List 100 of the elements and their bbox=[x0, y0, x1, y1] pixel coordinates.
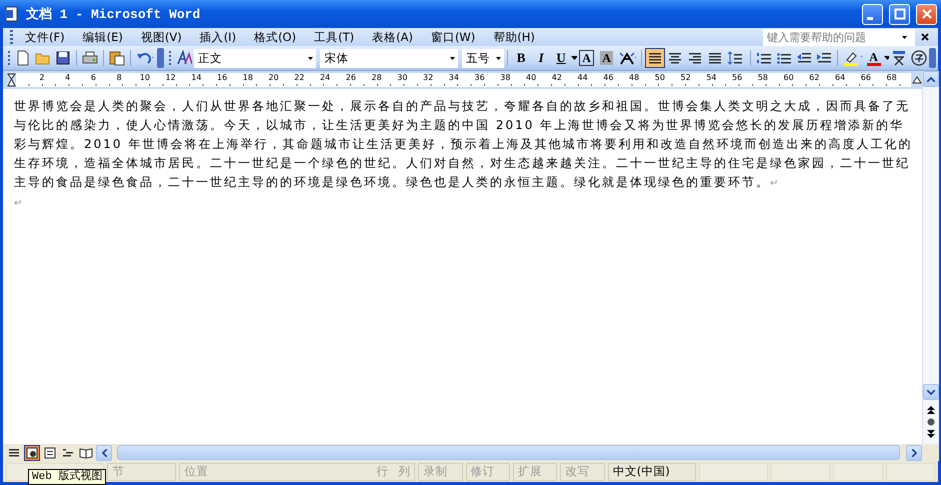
ruler-number: 64 bbox=[834, 73, 846, 82]
ruler-number: 38 bbox=[499, 73, 512, 82]
toolbar-overflow-icon[interactable] bbox=[156, 48, 164, 68]
tab-selector-icon[interactable] bbox=[7, 73, 16, 87]
ruler-number: 32 bbox=[422, 73, 434, 82]
font-dropdown[interactable]: 宋体 bbox=[320, 48, 458, 68]
paragraph: 世界博览会是人类的聚会，人们从世界各地汇聚一处，展示各自的产品与技艺，夸耀各自的故乡和祖国。世博会集人类文明之大成，因而具备了无与伦比的感染力，使人心情激荡。今天，以城市，让生活更美好为主题的中国 2010 年上海世博会又将为世界博览会悠长的发展历程增添新的华彩与辉煌。2010 年世博会将在上海举行，其命题城市让生活更美好，预示着上海及其他城市将要利用和改造自然环境而创造出来的高度人工化的生存环境，造福全体城市居民。二十一世纪是一个绿色的世纪。人们对自然，对生态越来越关注。二十一世纪主导的住宅是绿色家园，二十一世纪主导的食品是绿色食品，二十一世纪主导的的环境是绿色环境。绿色也是人类的永恒主题。绿化就是体现绿色的重要环节。↵ bbox=[14, 98, 914, 191]
document-icon bbox=[4, 6, 20, 22]
help-search-field[interactable]: 键入需要帮助的问题 bbox=[763, 28, 915, 46]
ruler-number: 56 bbox=[731, 73, 744, 82]
justify-button[interactable] bbox=[644, 48, 665, 68]
scroll-left-button[interactable] bbox=[96, 444, 112, 460]
menu-item[interactable]: 格式(O) bbox=[245, 28, 306, 46]
ruler-number: 4 bbox=[64, 73, 72, 82]
font-size-dropdown[interactable]: 五号 bbox=[462, 48, 504, 68]
print-view-button[interactable] bbox=[42, 444, 58, 460]
text-lines-icon bbox=[688, 52, 702, 64]
menu-item[interactable]: 帮助(H) bbox=[484, 28, 544, 46]
status-text: 扩展 bbox=[518, 464, 542, 479]
menu-item[interactable]: 编辑(E) bbox=[74, 28, 132, 46]
ruler-number: 66 bbox=[860, 73, 872, 82]
ruler-number: 28 bbox=[370, 73, 383, 82]
caret-icon[interactable] bbox=[308, 56, 314, 60]
status-text: 列 bbox=[398, 464, 410, 479]
chevron-left-icon bbox=[102, 448, 106, 456]
menu-item[interactable]: 窗口(W) bbox=[422, 28, 484, 46]
minimize-button[interactable] bbox=[862, 4, 883, 24]
ruler-number: 50 bbox=[654, 73, 666, 82]
character-border-button[interactable]: A bbox=[576, 48, 597, 68]
view-icon bbox=[43, 446, 57, 460]
web-view-button[interactable] bbox=[24, 444, 40, 460]
italic-button[interactable]: I bbox=[531, 48, 552, 68]
ruler-number: 54 bbox=[705, 73, 718, 82]
chevron-down-icon bbox=[927, 390, 935, 394]
ruler-number: 6 bbox=[90, 73, 97, 82]
ruler-number: 26 bbox=[344, 73, 357, 82]
chevron-up-icon bbox=[927, 76, 935, 82]
menu-item[interactable]: 工具(T) bbox=[305, 28, 364, 46]
maximize-button[interactable] bbox=[889, 4, 910, 24]
ruler-number: 36 bbox=[474, 73, 486, 82]
ruler-number: 22 bbox=[293, 73, 306, 82]
ruler-number: 30 bbox=[396, 73, 408, 82]
caret-icon[interactable] bbox=[571, 56, 577, 60]
next-page-icon[interactable] bbox=[927, 430, 935, 438]
browse-object-icon[interactable] bbox=[927, 418, 935, 426]
ruler-number: 34 bbox=[448, 73, 460, 82]
status-text: 录制 bbox=[423, 464, 448, 479]
font-color-button[interactable]: A bbox=[864, 48, 884, 68]
status-text: 行 bbox=[376, 464, 388, 479]
text-lines-icon bbox=[668, 52, 682, 64]
document-page[interactable] bbox=[3, 89, 922, 444]
ruler-number: 52 bbox=[680, 73, 692, 82]
menu-item[interactable]: 视图(V) bbox=[132, 28, 191, 46]
bold-button[interactable]: B bbox=[511, 48, 532, 68]
close-icon[interactable] bbox=[921, 33, 929, 41]
scroll-right-button[interactable] bbox=[906, 444, 922, 460]
ruler-number: 58 bbox=[756, 73, 769, 82]
ruler-number: 10 bbox=[138, 73, 151, 82]
style-dropdown[interactable]: 正文 bbox=[194, 48, 316, 68]
status-text: 改写 bbox=[565, 464, 590, 479]
ruler-number: 14 bbox=[190, 73, 202, 82]
ruler-number: 40 bbox=[525, 73, 538, 82]
chevron-right-icon bbox=[912, 448, 916, 456]
view-icon bbox=[25, 446, 39, 460]
status-text: 中文(中国) bbox=[612, 464, 670, 479]
menu-item[interactable]: 表格(A) bbox=[363, 28, 422, 46]
maximize-icon bbox=[894, 8, 906, 20]
indent-marker-icon[interactable] bbox=[912, 76, 922, 84]
ruler-number: 48 bbox=[628, 73, 640, 82]
window-title: 文档 1 - Microsoft Word bbox=[26, 6, 202, 23]
caret-icon[interactable] bbox=[902, 36, 907, 38]
scroll-down-button[interactable] bbox=[923, 384, 939, 400]
ruler-number: 60 bbox=[782, 73, 795, 82]
view-icon bbox=[79, 446, 93, 460]
character-shading-button[interactable]: A bbox=[596, 48, 617, 68]
ruler-number: 16 bbox=[216, 73, 228, 82]
menu-item[interactable]: 插入(I) bbox=[190, 28, 246, 46]
ruler-number: 46 bbox=[602, 73, 614, 82]
ruler-number: 68 bbox=[886, 73, 898, 82]
caret-icon[interactable] bbox=[496, 56, 502, 60]
status-text: 位置 bbox=[184, 464, 208, 479]
ruler-number: 24 bbox=[319, 73, 332, 82]
ruler-number: 8 bbox=[116, 73, 123, 82]
scroll-up-button[interactable] bbox=[923, 71, 939, 87]
caret-icon[interactable] bbox=[450, 56, 455, 60]
ruler-number: 20 bbox=[268, 73, 280, 82]
previous-page-icon[interactable] bbox=[927, 406, 935, 414]
status-text: 节 bbox=[112, 464, 124, 479]
toolbar-overflow-icon[interactable] bbox=[929, 48, 936, 68]
close-button[interactable] bbox=[916, 4, 937, 24]
text-lines-icon bbox=[648, 52, 662, 64]
horizontal-scrollbar-thumb[interactable] bbox=[117, 445, 900, 460]
ruler-number: 42 bbox=[550, 73, 563, 82]
enclosed-character-icon[interactable] bbox=[909, 48, 930, 68]
caret-icon[interactable] bbox=[884, 56, 890, 60]
status-text: 修订 bbox=[470, 464, 495, 479]
paragraph: ↵ bbox=[14, 197, 26, 211]
menu-item[interactable]: 文件(F) bbox=[16, 28, 74, 46]
text-lines-icon bbox=[708, 52, 722, 64]
underline-button[interactable]: U bbox=[551, 48, 572, 68]
